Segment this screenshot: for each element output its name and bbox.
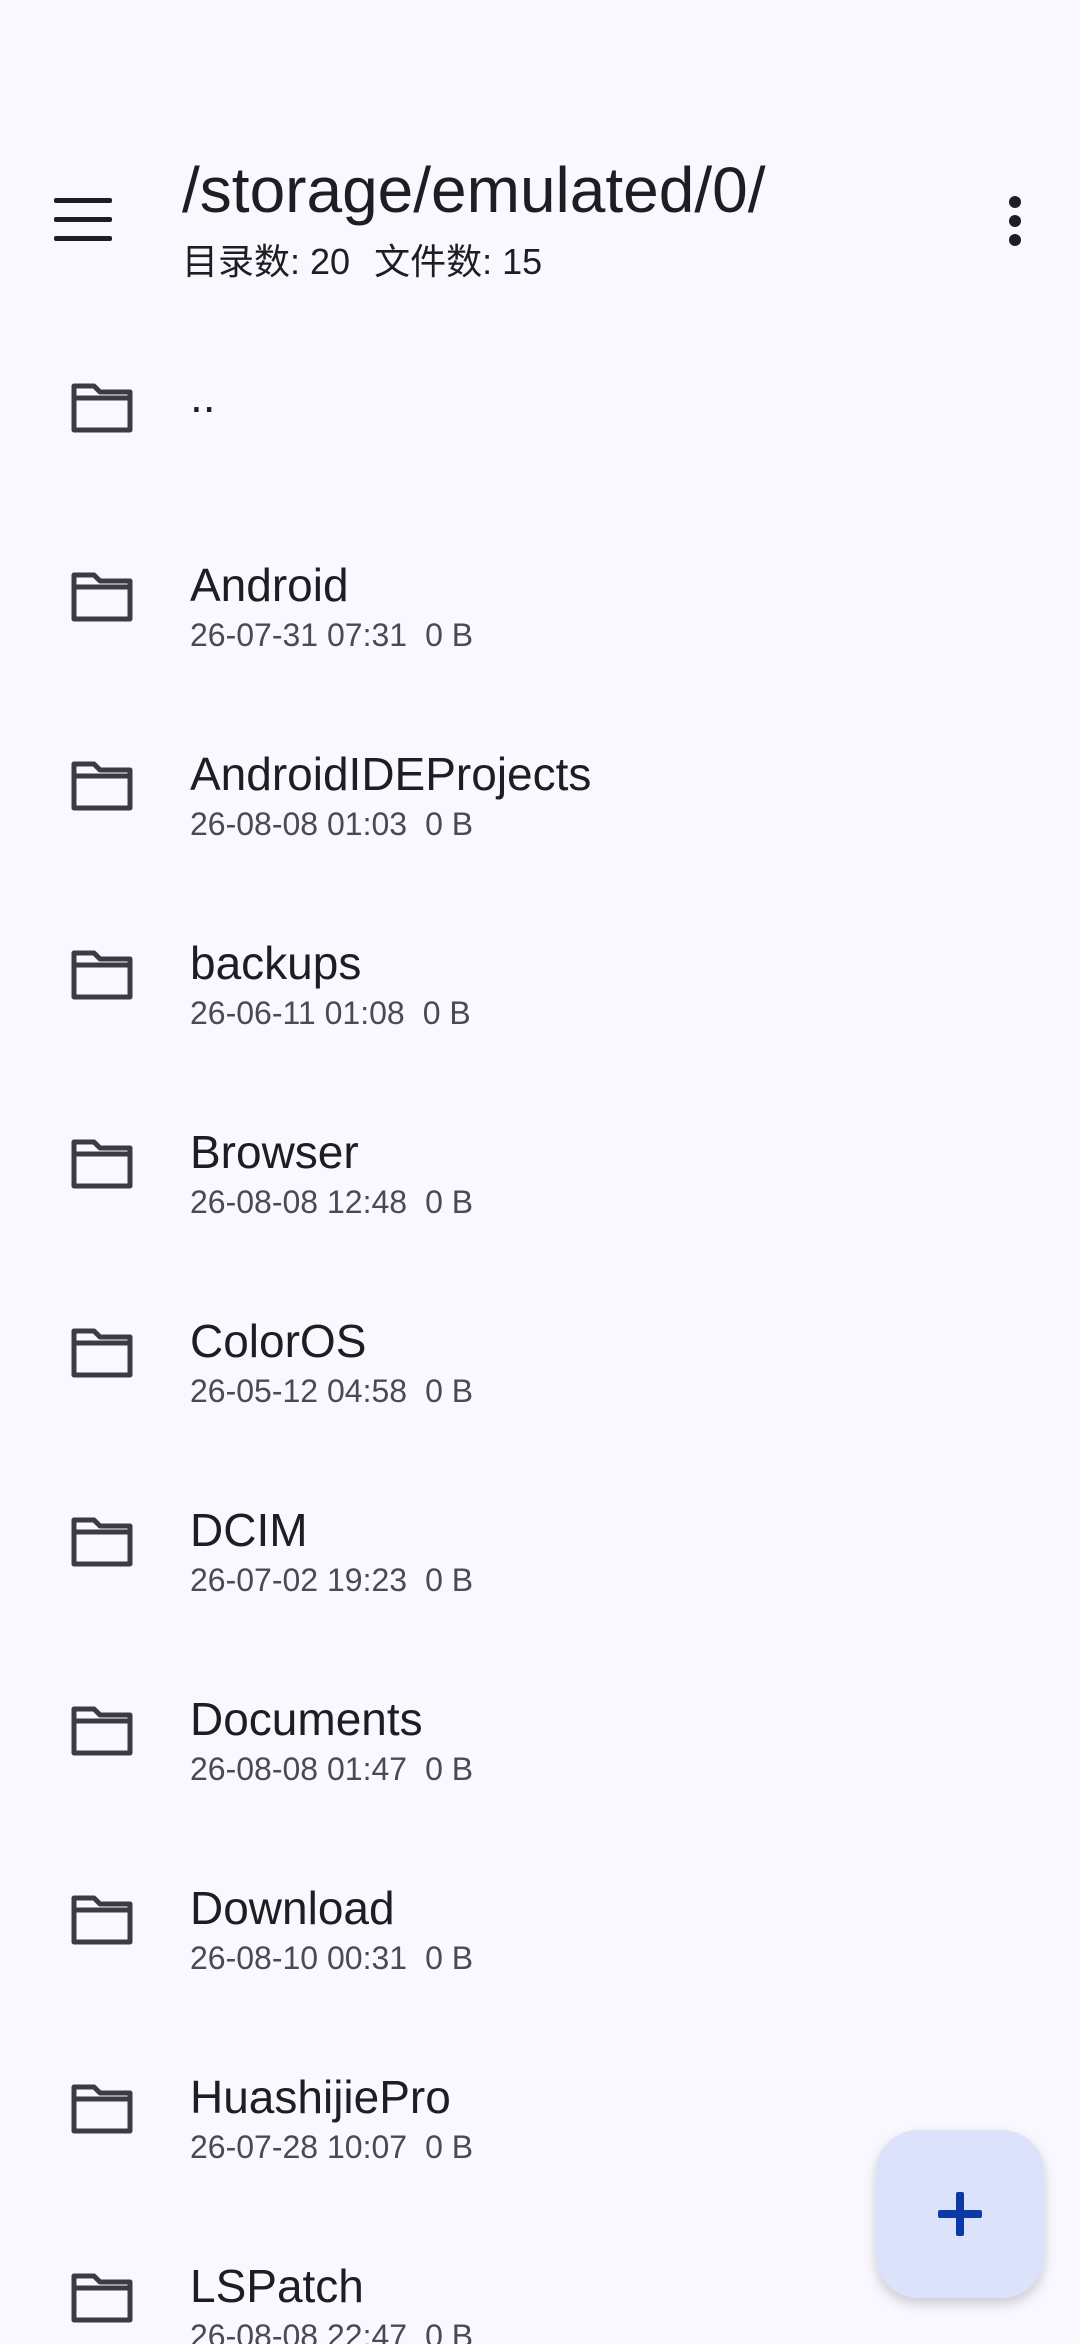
more-vert-icon <box>1009 196 1021 246</box>
file-manager-screen: /storage/emulated/0/ 目录数: 20 文件数: 15 .. A… <box>0 0 1080 2344</box>
folder-name: Download <box>190 1882 395 1934</box>
folder-name: DCIM <box>190 1504 308 1556</box>
folder-icon <box>70 1514 134 1568</box>
folder-size: 0 B <box>425 2129 474 2165</box>
folder-size: 0 B <box>425 617 474 653</box>
folder-meta: 26-07-02 19:23 0 B <box>190 1560 473 1600</box>
folder-icon <box>70 569 134 623</box>
folder-name: ColorOS <box>190 1315 367 1367</box>
folder-meta: 26-08-08 01:47 0 B <box>190 1749 473 1789</box>
folder-meta: 26-06-11 01:08 0 B <box>190 993 471 1033</box>
folder-meta: 26-08-10 00:31 0 B <box>190 1938 473 1978</box>
more-options-button[interactable] <box>970 176 1060 266</box>
menu-icon <box>54 198 112 241</box>
folder-list-item[interactable]: DCIM 26-07-02 19:23 0 B <box>0 1444 1080 1633</box>
folder-icon <box>70 380 134 434</box>
folder-name: Android <box>190 559 349 611</box>
folder-modified-date: 26-08-10 00:31 <box>190 1940 408 1976</box>
folder-size: 0 B <box>425 1373 474 1409</box>
item-counts: 目录数: 20 文件数: 15 <box>182 238 542 286</box>
folder-name: Browser <box>190 1126 359 1178</box>
folder-meta: 26-08-08 01:03 0 B <box>190 804 473 844</box>
folder-list-item[interactable]: ColorOS 26-05-12 04:58 0 B <box>0 1255 1080 1444</box>
folder-icon <box>70 2081 134 2135</box>
folder-icon <box>70 1892 134 1946</box>
folder-size: 0 B <box>425 1562 474 1598</box>
file-list: .. Android 26-07-31 07:31 0 B AndroidIDEProj… <box>0 310 1080 2344</box>
add-icon <box>938 2192 982 2236</box>
folder-size: 0 B <box>425 1940 474 1976</box>
current-path-title: /storage/emulated/0/ <box>182 154 766 226</box>
folder-name: LSPatch <box>190 2260 364 2312</box>
folder-list-item[interactable]: Browser 26-08-08 12:48 0 B <box>0 1066 1080 1255</box>
folder-meta: 26-08-08 12:48 0 B <box>190 1182 473 1222</box>
folder-icon <box>70 947 134 1001</box>
directory-count: 目录数: 20 <box>182 241 351 282</box>
folder-size: 0 B <box>422 995 471 1031</box>
folder-icon <box>70 2270 134 2324</box>
folder-name: backups <box>190 937 362 989</box>
folder-icon <box>70 1703 134 1757</box>
folder-size: 0 B <box>425 806 474 842</box>
folder-modified-date: 26-06-11 01:08 <box>190 995 405 1031</box>
folder-size: 0 B <box>425 1751 474 1787</box>
folder-modified-date: 26-08-08 12:48 <box>190 1184 408 1220</box>
folder-name: Documents <box>190 1693 423 1745</box>
folder-icon <box>70 758 134 812</box>
folder-meta: 26-05-12 04:58 0 B <box>190 1371 473 1411</box>
add-button[interactable] <box>876 2130 1044 2298</box>
folder-size: 0 B <box>425 1184 474 1220</box>
file-count: 文件数: 15 <box>374 241 543 282</box>
folder-modified-date: 26-07-28 10:07 <box>190 2129 408 2165</box>
folder-name: .. <box>190 370 216 422</box>
folder-list-item[interactable]: Android 26-07-31 07:31 0 B <box>0 499 1080 688</box>
folder-meta: 26-08-08 22:47 0 B <box>190 2316 473 2344</box>
folder-size: 0 B <box>425 2318 474 2344</box>
folder-meta: 26-07-31 07:31 0 B <box>190 615 473 655</box>
menu-button[interactable] <box>38 175 128 265</box>
folder-meta: 26-07-28 10:07 0 B <box>190 2127 473 2167</box>
folder-list-item[interactable]: backups 26-06-11 01:08 0 B <box>0 877 1080 1066</box>
folder-modified-date: 26-08-08 01:03 <box>190 806 408 842</box>
folder-modified-date: 26-05-12 04:58 <box>190 1373 408 1409</box>
folder-name: HuashijiePro <box>190 2071 451 2123</box>
folder-modified-date: 26-08-08 01:47 <box>190 1751 408 1787</box>
folder-icon <box>70 1136 134 1190</box>
folder-modified-date: 26-07-31 07:31 <box>190 617 408 653</box>
folder-list-item[interactable]: AndroidIDEProjects 26-08-08 01:03 0 B <box>0 688 1080 877</box>
folder-modified-date: 26-08-08 22:47 <box>190 2318 408 2344</box>
folder-icon <box>70 1325 134 1379</box>
parent-directory-item[interactable]: .. <box>0 310 1080 499</box>
folder-modified-date: 26-07-02 19:23 <box>190 1562 408 1598</box>
folder-list-item[interactable]: Download 26-08-10 00:31 0 B <box>0 1822 1080 2011</box>
top-app-bar: /storage/emulated/0/ 目录数: 20 文件数: 15 <box>0 0 1080 320</box>
folder-list-item[interactable]: Documents 26-08-08 01:47 0 B <box>0 1633 1080 1822</box>
folder-name: AndroidIDEProjects <box>190 748 592 800</box>
